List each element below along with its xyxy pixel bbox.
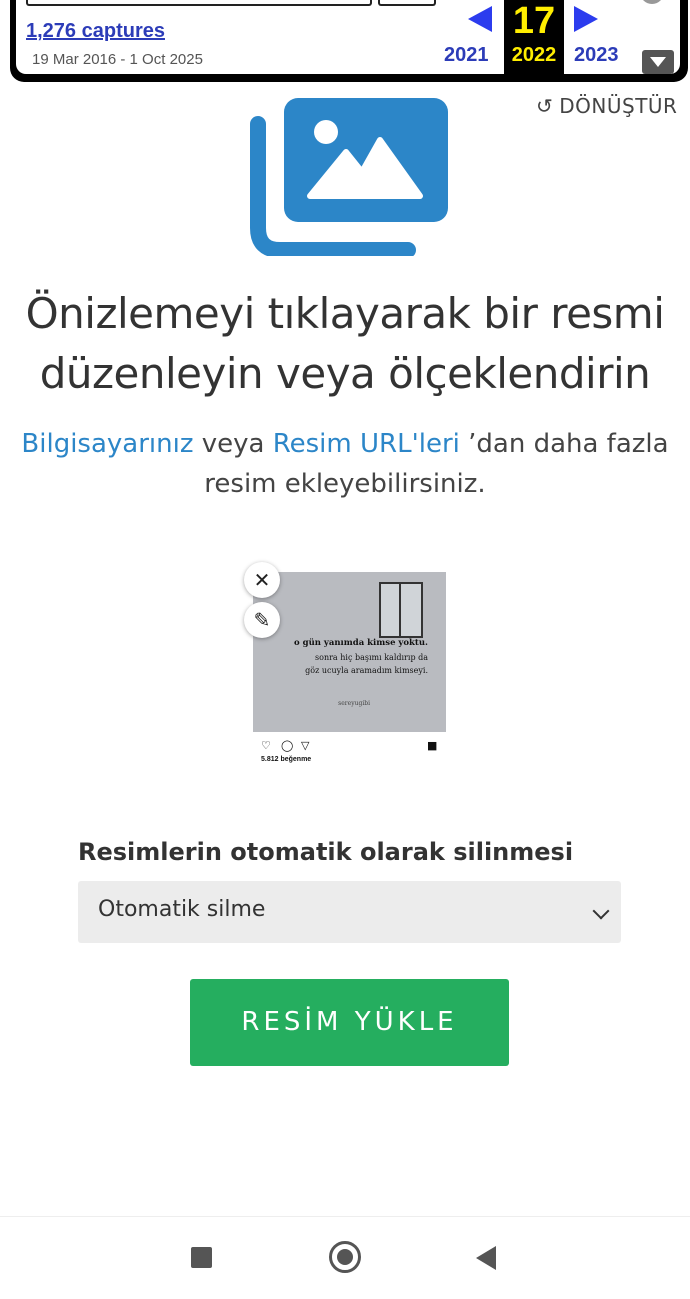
quote-line: göz ucuyla aramadım kimseyi. bbox=[305, 666, 428, 675]
share-icon: ▽ bbox=[301, 739, 310, 752]
next-capture-arrow-icon[interactable] bbox=[574, 6, 598, 32]
images-icon bbox=[250, 98, 448, 256]
wayback-close-icon[interactable]: × bbox=[640, 0, 664, 4]
wayback-go-button[interactable] bbox=[378, 0, 436, 6]
wayback-current-year: 2022 bbox=[511, 44, 557, 66]
bookmark-icon: ■ bbox=[427, 739, 438, 752]
wayback-current-capture: 17 2022 bbox=[504, 0, 564, 74]
quote-author: sereyugibi bbox=[338, 700, 370, 707]
image-preview[interactable]: o gün yanımda kimse yoktu. sonra hiç baş… bbox=[253, 572, 446, 772]
auto-delete-label: Resimlerin otomatik olarak silinmesi bbox=[78, 838, 574, 866]
quote-line: sonra hiç başımı kaldırıp da bbox=[315, 653, 428, 662]
likes-count: 5.812 beğenme bbox=[261, 756, 312, 763]
quote-line: o gün yanımda kimse yoktu. bbox=[294, 638, 428, 648]
wayback-url-input[interactable] bbox=[26, 0, 372, 6]
wayback-current-day: 17 bbox=[512, 0, 556, 42]
edit-image-button[interactable]: ✎ bbox=[244, 602, 280, 638]
remove-image-button[interactable]: ✕ bbox=[244, 562, 280, 598]
comment-icon: ◯ bbox=[281, 739, 294, 752]
heart-icon: ♡ bbox=[261, 739, 271, 752]
wayback-toolbar-panel: 1,276 captures 19 Mar 2016 - 1 Oct 2025 … bbox=[16, 0, 680, 74]
page-title: Önizlemeyi tıklayarak bir resmi düzenley… bbox=[25, 289, 665, 398]
home-icon[interactable] bbox=[329, 1241, 361, 1273]
auto-delete-select[interactable]: Otomatik silme bbox=[78, 881, 621, 943]
reset-label: DÖNÜŞTÜR bbox=[559, 94, 678, 118]
wayback-date-range: 19 Mar 2016 - 1 Oct 2025 bbox=[32, 51, 203, 68]
wayback-captures-link[interactable]: 1,276 captures bbox=[26, 20, 165, 43]
sub-veya: veya bbox=[193, 429, 273, 459]
edit-icon: ✎ bbox=[253, 608, 271, 632]
back-icon[interactable] bbox=[476, 1246, 496, 1270]
prev-capture-arrow-icon[interactable] bbox=[468, 6, 492, 32]
preview-image: o gün yanımda kimse yoktu. sonra hiç baş… bbox=[253, 572, 446, 732]
computer-link[interactable]: Bilgisayarınız bbox=[21, 429, 193, 459]
add-more-text: Bilgisayarınız veya Resim URL'leri ’dan … bbox=[10, 424, 680, 504]
wayback-prev-year[interactable]: 2021 bbox=[444, 44, 489, 67]
chevron-down-icon bbox=[592, 902, 610, 920]
recents-icon[interactable] bbox=[191, 1247, 212, 1268]
system-nav-bar bbox=[0, 1216, 690, 1299]
reset-button[interactable]: ↺ DÖNÜŞTÜR bbox=[536, 94, 677, 118]
window-illustration bbox=[379, 582, 423, 638]
undo-icon: ↺ bbox=[536, 94, 554, 118]
image-url-link[interactable]: Resim URL'leri bbox=[273, 429, 460, 459]
wayback-next-year[interactable]: 2023 bbox=[574, 44, 619, 67]
auto-delete-selected: Otomatik silme bbox=[98, 897, 266, 922]
upload-image-button[interactable]: RESİM YÜKLE bbox=[190, 979, 509, 1066]
close-icon: ✕ bbox=[253, 568, 271, 592]
wayback-expand-icon[interactable] bbox=[642, 50, 674, 74]
instagram-actions: ♡ ◯ ▽ ■ bbox=[261, 739, 441, 753]
